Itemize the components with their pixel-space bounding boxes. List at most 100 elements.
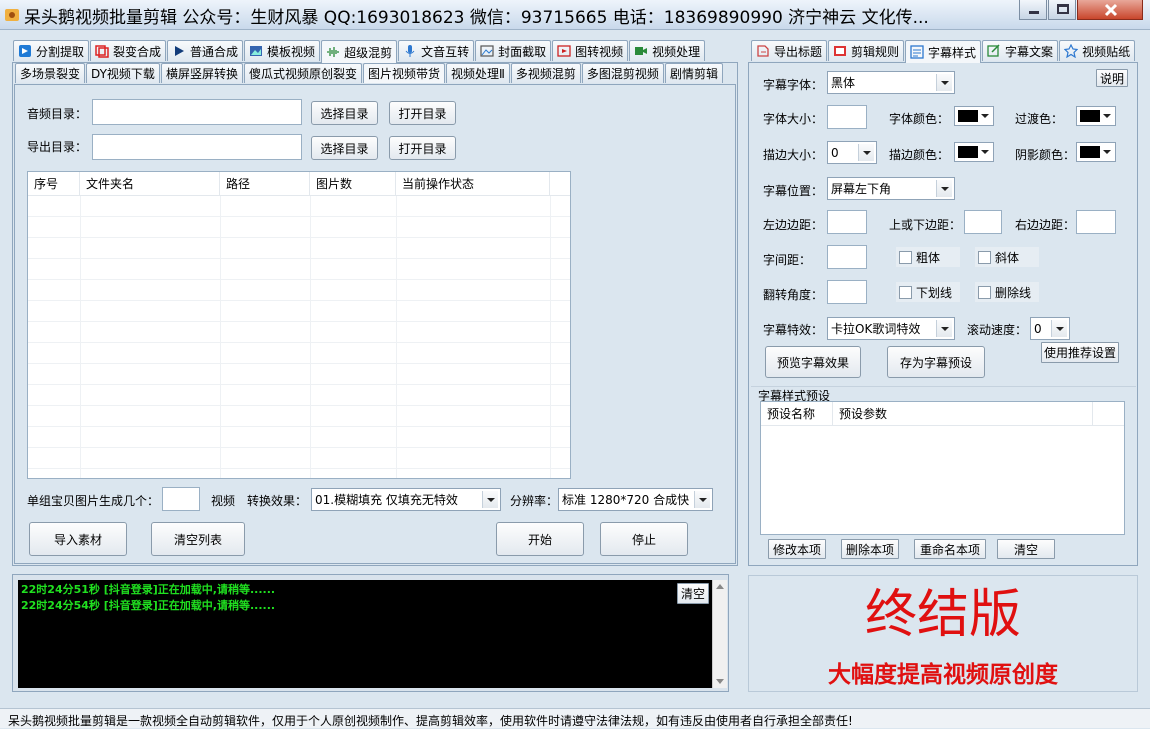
rename-preset-button[interactable]: 重命名本项 <box>914 539 986 559</box>
start-button[interactable]: 开始 <box>496 522 584 556</box>
sub-tab-label: 傻瓜式视频原创裂变 <box>248 67 357 81</box>
sub-tab-2[interactable]: 横屏竖屏转换 <box>160 63 243 83</box>
export-open-dir-button[interactable]: 打开目录 <box>389 136 456 160</box>
main-tab-1[interactable]: 裂变合成 <box>90 40 167 61</box>
audio-dir-input[interactable] <box>92 99 302 125</box>
right-tab-4[interactable]: 视频贴纸 <box>1059 40 1136 61</box>
stop-button[interactable]: 停止 <box>600 522 688 556</box>
right-tab-3[interactable]: 字幕文案 <box>982 40 1059 61</box>
export-select-dir-button[interactable]: 选择目录 <box>311 136 378 160</box>
left-margin-input[interactable] <box>827 210 867 234</box>
italic-label: 斜体 <box>995 250 1020 265</box>
column-header[interactable]: 预设名称 <box>761 402 833 425</box>
minimize-button[interactable] <box>1019 0 1047 20</box>
table-row <box>28 364 570 385</box>
delete-preset-button[interactable]: 删除本项 <box>841 539 899 559</box>
font-select-value: 黑体 <box>831 76 856 90</box>
column-header[interactable]: 序号 <box>28 172 80 195</box>
column-header[interactable]: 当前操作状态 <box>396 172 550 195</box>
table-row <box>28 322 570 343</box>
audio-select-dir-button[interactable]: 选择目录 <box>311 101 378 125</box>
close-button[interactable] <box>1077 0 1143 20</box>
preview-subtitle-button[interactable]: 预览字幕效果 <box>765 346 861 378</box>
sub-tab-label: 多场景裂变 <box>20 67 81 81</box>
file-table[interactable]: 序号 文件夹名 路径 图片数 当前操作状态 <box>27 171 571 479</box>
help-button[interactable]: 说明 <box>1096 69 1128 87</box>
clear-presets-button[interactable]: 清空 <box>997 539 1055 559</box>
table-row <box>28 448 570 469</box>
sub-tab-4[interactable]: 图片视频带货 <box>362 63 445 83</box>
export-dir-input[interactable] <box>92 134 302 160</box>
sub-tab-1[interactable]: DY视频下载 <box>86 63 160 83</box>
save-preset-button[interactable]: 存为字幕预设 <box>887 346 985 378</box>
main-tab-7[interactable]: 图转视频 <box>552 40 629 61</box>
rotate-input[interactable] <box>827 280 867 304</box>
banner-subtitle: 大幅度提高视频原创度 <box>828 662 1058 688</box>
position-select[interactable]: 屏幕左下角 <box>827 177 955 200</box>
preset-table[interactable]: 预设名称 预设参数 <box>760 401 1125 535</box>
sub-tab-6[interactable]: 多视频混剪 <box>510 63 581 83</box>
resolution-select[interactable]: 标准 1280*720 合成快 <box>558 488 713 511</box>
modify-preset-button[interactable]: 修改本项 <box>768 539 826 559</box>
main-tab-label: 模板视频 <box>267 44 316 59</box>
sub-tab-7[interactable]: 多图混剪视频 <box>581 63 664 83</box>
log-output[interactable]: 22时24分51秒 [抖音登录]正在加载中,请稍等...... 22时24分54秒… <box>18 580 712 688</box>
stroke-color-picker[interactable] <box>954 142 994 162</box>
log-clear-button[interactable]: 清空 <box>677 583 709 604</box>
column-header[interactable]: 预设参数 <box>833 402 1093 425</box>
main-tab-5[interactable]: 文音互转 <box>398 40 475 61</box>
sub-tab-3[interactable]: 傻瓜式视频原创裂变 <box>243 63 362 83</box>
main-tab-2[interactable]: 普通合成 <box>167 40 244 61</box>
subtitle-effect-select[interactable]: 卡拉OK歌词特效 <box>827 317 955 340</box>
right-tab-0[interactable]: 导出标题 <box>751 40 828 61</box>
effect-select[interactable]: 01.模糊填充 仅填充无特效 <box>311 488 501 511</box>
main-tab-0[interactable]: 分割提取 <box>13 40 90 61</box>
clear-list-button[interactable]: 清空列表 <box>151 522 245 556</box>
column-header[interactable]: 图片数 <box>310 172 396 195</box>
status-text: 呆头鹅视频批量剪辑是一款视频全自动剪辑软件，仅用于个人原创视频制作、提高剪辑效率… <box>8 714 853 728</box>
main-tab-8[interactable]: 视频处理 <box>629 40 706 61</box>
shadow-color-picker[interactable] <box>1076 142 1116 162</box>
table-row <box>28 301 570 322</box>
status-bar: 呆头鹅视频批量剪辑是一款视频全自动剪辑软件，仅用于个人原创视频制作、提高剪辑效率… <box>0 708 1150 728</box>
main-tab-6[interactable]: 封面截取 <box>475 40 552 61</box>
per-group-input[interactable] <box>162 487 200 511</box>
video-icon <box>557 44 571 58</box>
split-icon <box>18 44 32 58</box>
right-margin-input[interactable] <box>1076 210 1116 234</box>
updown-margin-input[interactable] <box>964 210 1002 234</box>
use-recommended-button[interactable]: 使用推荐设置 <box>1041 342 1119 363</box>
sub-tab-8[interactable]: 剧情剪辑 <box>664 63 723 83</box>
font-color-picker[interactable] <box>954 106 994 126</box>
right-tab-1[interactable]: 剪辑规则 <box>828 40 905 61</box>
underline-checkbox[interactable]: 下划线 <box>896 282 960 302</box>
column-header[interactable]: 文件夹名 <box>80 172 220 195</box>
main-tab-4[interactable]: 超级混剪 <box>321 40 398 63</box>
strikethrough-label: 删除线 <box>995 285 1032 300</box>
sub-tab-0[interactable]: 多场景裂变 <box>15 63 86 83</box>
font-size-input[interactable] <box>827 105 867 129</box>
audio-open-dir-button[interactable]: 打开目录 <box>389 101 456 125</box>
column-header[interactable]: 路径 <box>220 172 310 195</box>
stroke-size-select[interactable]: 0 <box>827 141 877 164</box>
strikethrough-checkbox[interactable]: 删除线 <box>975 282 1039 302</box>
checkbox-box <box>978 250 991 264</box>
import-button[interactable]: 导入素材 <box>29 522 127 556</box>
sub-tab-label: 剧情剪辑 <box>669 67 718 81</box>
video-process-icon <box>634 44 648 58</box>
italic-checkbox[interactable]: 斜体 <box>975 247 1039 267</box>
title-bar: 呆头鹅视频批量剪辑 公众号：生财风暴 QQ:1693018623 微信：9371… <box>0 0 1150 30</box>
spacing-input[interactable] <box>827 245 867 269</box>
sub-tab-5[interactable]: 视频处理Ⅱ <box>445 63 510 83</box>
maximize-button[interactable] <box>1048 0 1076 20</box>
font-select[interactable]: 黑体 <box>827 71 955 94</box>
log-scrollbar[interactable] <box>712 580 727 688</box>
main-tab-3[interactable]: 模板视频 <box>244 40 321 61</box>
per-group-label: 单组宝贝图片生成几个： <box>27 494 160 508</box>
bold-checkbox[interactable]: 粗体 <box>896 247 960 267</box>
right-tab-2[interactable]: 字幕样式 <box>905 40 982 63</box>
log-lines: 22时24分51秒 [抖音登录]正在加载中,请稍等...... 22时24分54秒… <box>18 580 712 616</box>
transition-color-picker[interactable] <box>1076 106 1116 126</box>
scroll-speed-select[interactable]: 0 <box>1030 317 1070 340</box>
font-color-label: 字体颜色： <box>889 112 950 126</box>
